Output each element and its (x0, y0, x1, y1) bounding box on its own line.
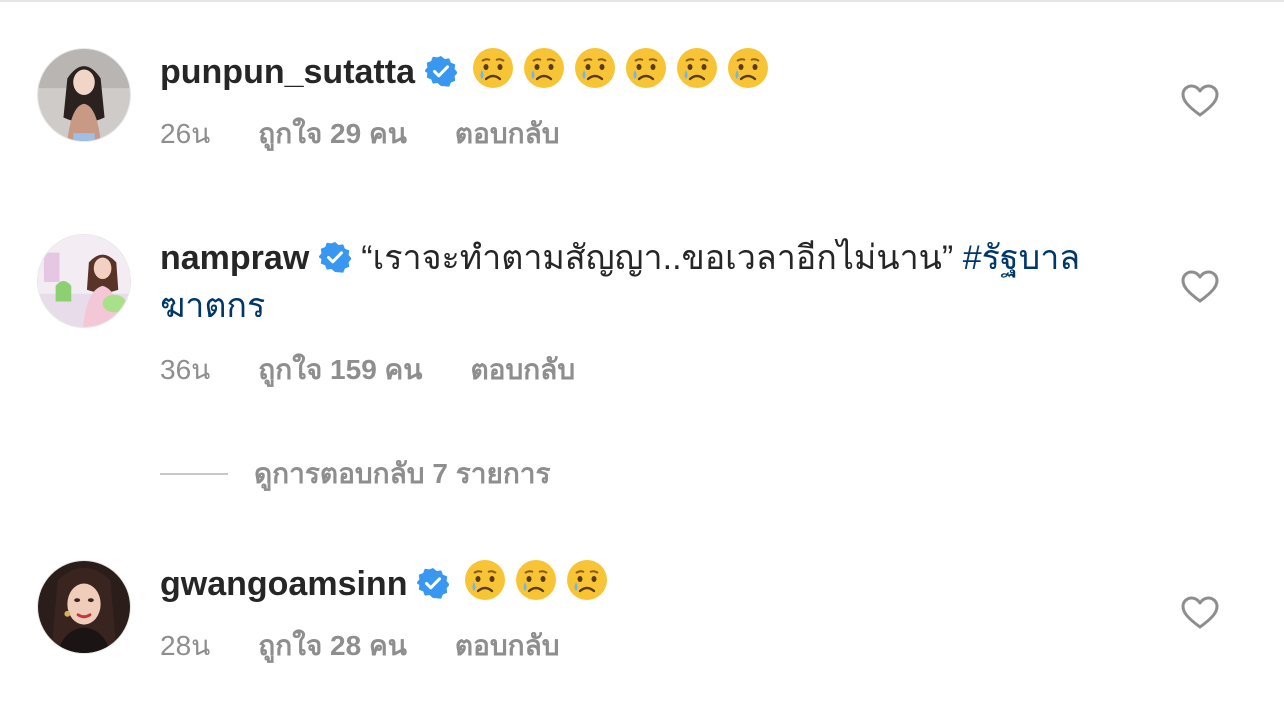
verified-badge-icon (417, 567, 450, 599)
username[interactable]: gwangoamsinn (160, 565, 407, 603)
like-count[interactable]: ถูกใจ 28 คน (258, 624, 407, 668)
timestamp: 28น (160, 630, 211, 661)
avatar[interactable] (37, 560, 131, 654)
crying-face-icon (565, 558, 609, 602)
comment-line: gwangoamsinn (160, 558, 616, 613)
crying-face-icon (463, 558, 507, 602)
comment-item: gwangoamsinn 28น ถูกใจ 28 คน ตอบกลับ (0, 0, 1284, 720)
reply-button[interactable]: ตอบกลับ (455, 624, 560, 668)
comment-meta: 28น ถูกใจ 28 คน ตอบกลับ (160, 624, 608, 668)
emoji-row (463, 558, 616, 613)
crying-face-icon (514, 558, 558, 602)
heart-outline-icon[interactable] (1181, 596, 1219, 630)
